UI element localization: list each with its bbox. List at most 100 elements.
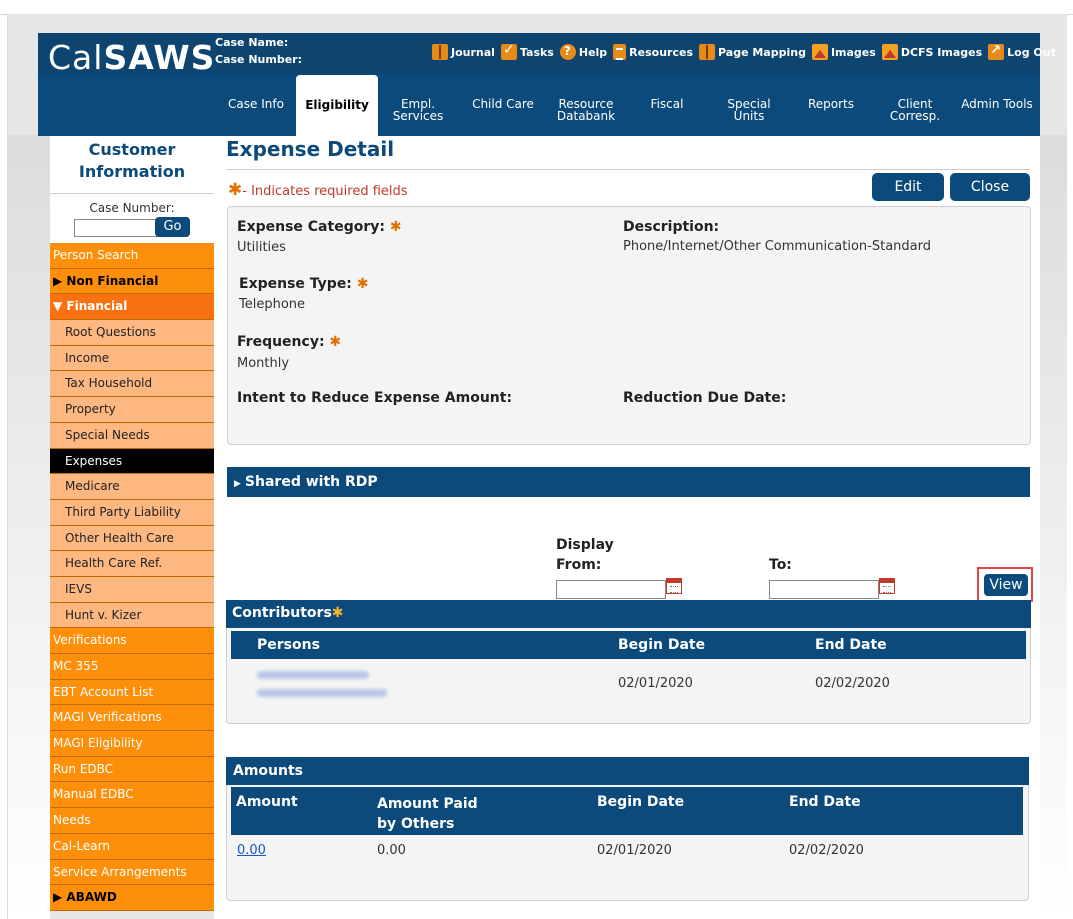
window-top-border [0, 0, 1073, 15]
images-link[interactable]: Images [811, 44, 876, 60]
display-label: Display [556, 537, 614, 553]
contributors-end-date: 02/02/2020 [815, 676, 890, 691]
persons-column-header: Persons [257, 637, 320, 653]
top-links: Journal Tasks Help Resources Page Mappin… [432, 42, 1062, 60]
sidebar-item-magi-eligibility[interactable]: MAGI Eligibility [50, 731, 214, 757]
edit-button[interactable]: Edit [872, 173, 944, 201]
right-gutter [1040, 135, 1067, 919]
contributors-header: Contributors✱ [226, 600, 1031, 628]
sidebar-item-verifications[interactable]: Verifications [50, 628, 214, 654]
sidebar-item-root-questions[interactable]: Root Questions [50, 320, 214, 346]
sidebar-item-ievs[interactable]: IEVS [50, 576, 214, 603]
sidebar-item-health-care-ref[interactable]: Health Care Ref. [50, 551, 214, 577]
log-out-link[interactable]: Log Out [988, 43, 1056, 60]
sidebar-item-third-party-liability[interactable]: Third Party Liability [50, 499, 214, 526]
sidebar-item-service-arrangements[interactable]: Service Arrangements [50, 859, 214, 886]
amounts-header: Amounts [226, 757, 1029, 785]
from-label: From: [556, 557, 602, 573]
sidebar-item-expenses[interactable]: Expenses [50, 448, 214, 475]
calsaws-logo[interactable]: CalSAWS [48, 38, 215, 78]
tab-label: Case Info [228, 97, 284, 111]
sidebar-item-other-health-care[interactable]: Other Health Care [50, 525, 214, 552]
sidebar-item-cal-learn[interactable]: Cal-Learn [50, 833, 214, 860]
tasks-icon [500, 42, 517, 60]
sidebar-item-run-edbc[interactable]: Run EDBC [50, 756, 214, 783]
description-value: Phone/Internet/Other Communication-Stand… [623, 239, 931, 254]
dcfs-images-link[interactable]: DCFS Images [881, 44, 982, 60]
sidebar-item-mc-355[interactable]: MC 355 [50, 654, 214, 680]
tab-empl-services[interactable]: Empl. Services [378, 74, 458, 136]
required-note-text: - Indicates required fields [242, 184, 408, 199]
to-calendar-icon[interactable] [879, 578, 895, 594]
amount-paid-column-header: Amount Paid by Others [377, 794, 478, 834]
sidebar-item-property[interactable]: Property [50, 397, 214, 423]
sidebar-item-magi-verifications[interactable]: MAGI Verifications [50, 705, 214, 732]
page-mapping-link[interactable]: Page Mapping [699, 44, 806, 60]
contributors-end-date-header: End Date [815, 637, 887, 653]
page-mapping-label: Page Mapping [718, 45, 806, 59]
from-date-input[interactable] [556, 580, 666, 599]
shared-with-rdp-header[interactable]: ▶ Shared with RDP [227, 467, 1030, 497]
amount-paid-line1: Amount Paid [377, 796, 478, 812]
expense-category-label: Expense Category: ✱ [237, 219, 402, 235]
help-icon [559, 44, 576, 60]
sidebar-item-special-needs[interactable]: Special Needs [50, 422, 214, 449]
tab-label-2: Corresp. [889, 109, 941, 123]
tab-admin-tools[interactable]: Admin Tools [956, 74, 1038, 136]
sidebar-item-abawd[interactable]: ▶ ABAWD [50, 885, 214, 911]
page-mapping-icon [699, 44, 715, 60]
tab-label: Fiscal [650, 97, 684, 111]
required-star-icon: ✱ [329, 334, 342, 350]
sidebar-item-financial[interactable]: ▼ Financial [50, 294, 214, 321]
tab-case-info[interactable]: Case Info [216, 74, 296, 136]
sidebar-item-ebt-account-list[interactable]: EBT Account List [50, 679, 214, 706]
tab-client-corresp[interactable]: Client Corresp. [874, 74, 956, 136]
case-number-header-label: Case Number: [215, 53, 302, 66]
log-out-label: Log Out [1007, 45, 1056, 59]
log-out-icon [988, 43, 1005, 60]
case-name-label: Case Name: [215, 36, 289, 49]
tab-resource-databank[interactable]: Resource Databank [548, 74, 624, 136]
sidebar-item-manual-edbc[interactable]: Manual EDBC [50, 782, 214, 809]
page-title: Expense Detail [226, 137, 395, 161]
tab-reports[interactable]: Reports [788, 74, 874, 136]
journal-icon [432, 44, 448, 60]
help-link[interactable]: Help [559, 44, 608, 60]
calsaws-window: CalSAWS Case Name: Case Number: Journal … [0, 0, 1073, 919]
sidebar-item-non-financial[interactable]: ▶ Non Financial [50, 268, 214, 295]
logo-text-light: Cal [48, 38, 104, 77]
close-button[interactable]: Close [950, 173, 1030, 201]
to-date-input[interactable] [769, 580, 879, 599]
go-button[interactable]: Go [155, 217, 190, 237]
journal-link[interactable]: Journal [432, 44, 495, 60]
person-name-redacted[interactable] [257, 671, 369, 679]
amounts-end-date-header: End Date [789, 794, 861, 810]
required-note: ✱- Indicates required fields [228, 180, 408, 200]
description-label: Description: [623, 219, 720, 235]
tab-eligibility[interactable]: Eligibility [296, 75, 378, 136]
view-button[interactable]: View [984, 574, 1028, 596]
sidebar-item-hunt-v-kizer[interactable]: Hunt v. Kizer [50, 602, 214, 629]
expand-arrow-icon: ▶ [234, 479, 241, 489]
help-label: Help [578, 45, 608, 59]
tasks-link[interactable]: Tasks [500, 42, 554, 60]
required-star-icon: ✱ [331, 605, 344, 621]
frequency-value: Monthly [237, 356, 290, 371]
expense-type-label-text: Expense Type: [239, 276, 352, 292]
from-calendar-icon[interactable] [666, 578, 682, 594]
resources-link[interactable]: Resources [613, 44, 693, 60]
amount-link[interactable]: 0.00 [237, 843, 266, 858]
tasks-label: Tasks [519, 45, 554, 59]
sidebar-item-person-search[interactable]: Person Search [50, 243, 214, 269]
resources-label: Resources [629, 45, 693, 59]
tab-child-care[interactable]: Child Care [458, 74, 548, 136]
person-name-redacted[interactable] [257, 689, 387, 697]
tab-special-units[interactable]: Special Units [710, 74, 788, 136]
tab-fiscal[interactable]: Fiscal [624, 74, 710, 136]
case-number-label: Case Number: [89, 201, 175, 215]
sidebar-item-income[interactable]: Income [50, 345, 214, 372]
sidebar-item-tax-household[interactable]: Tax Household [50, 371, 214, 398]
sidebar-item-needs[interactable]: Needs [50, 808, 214, 834]
sidebar-item-medicare[interactable]: Medicare [50, 474, 214, 500]
amounts-begin-date-header: Begin Date [597, 794, 685, 810]
